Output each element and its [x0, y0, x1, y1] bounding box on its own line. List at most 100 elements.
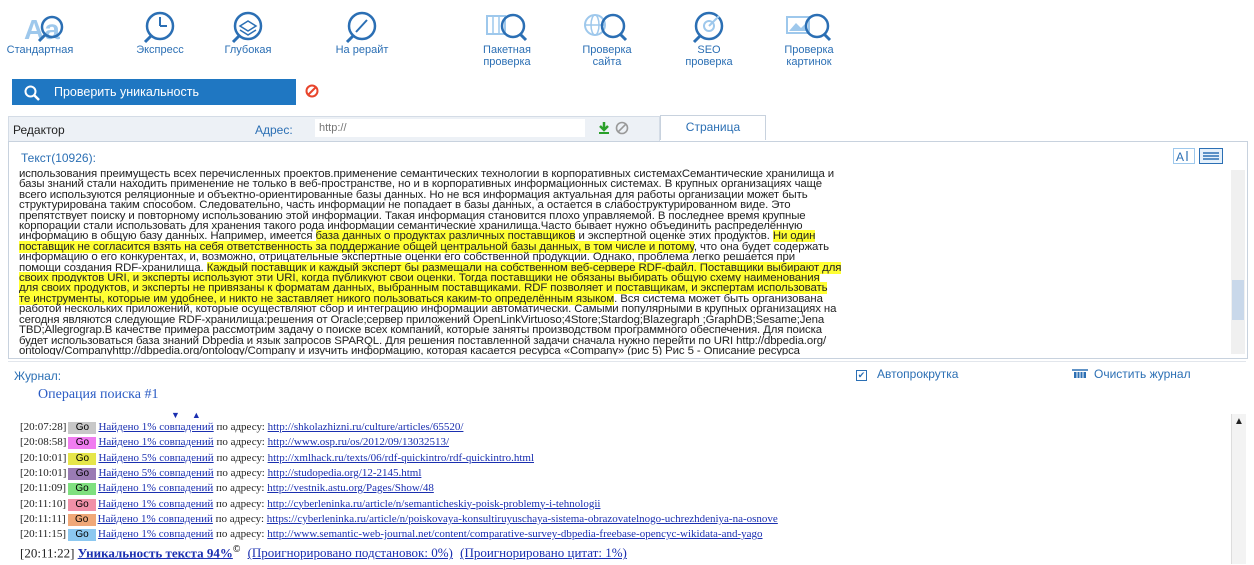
- by-address-label: по адресу:: [216, 528, 265, 541]
- log-time: [20:11:09]: [20, 482, 67, 495]
- standard-check-icon: Aa: [24, 14, 64, 44]
- by-address-label: по адресу:: [216, 497, 265, 510]
- source-url-link[interactable]: http://cyberleninka.ru/article/n/semanti…: [267, 498, 600, 510]
- by-address-label: по адресу:: [215, 512, 265, 525]
- text-view-icon[interactable]: [1199, 148, 1223, 164]
- go-button[interactable]: Go: [68, 437, 97, 450]
- mode-deep-label: Глубокая: [224, 44, 272, 56]
- by-address-label: по адресу:: [216, 421, 265, 433]
- address-label: Адрес:: [255, 123, 293, 137]
- log-row: [20:11:15] Go Найдено 1% совпадений по адр…: [20, 528, 763, 542]
- go-button[interactable]: Go: [68, 467, 97, 480]
- log-time: [20:11:10]: [20, 497, 67, 510]
- operation-title: Операция поиска #1: [38, 387, 159, 402]
- log-row: [20:07:28] Go Найдено 1% совпадений по адр…: [20, 421, 463, 435]
- log-time: [20:11:15]: [20, 528, 67, 541]
- arrow-down-icon[interactable]: ▼: [171, 410, 192, 420]
- mode-rewrite-button[interactable]: На рерайт: [322, 8, 402, 56]
- match-link[interactable]: Найдено 1% совпадений: [98, 513, 213, 525]
- text-editor-area[interactable]: использования преимущесть всех перечисле…: [19, 169, 1231, 355]
- collapse-arrows[interactable]: ▼▲: [171, 410, 213, 420]
- autoscroll-toggle[interactable]: ✔ Автопрокрутка: [856, 367, 958, 381]
- clear-log-button[interactable]: Очистить журнал: [1068, 367, 1191, 381]
- go-button[interactable]: Go: [68, 422, 97, 434]
- log-area: Операция поиска #1 ▼▲ [20:11:22] Уникаль…: [8, 387, 1246, 565]
- source-url-link[interactable]: http://xmlhack.ru/texts/06/rdf-quickintr…: [268, 452, 534, 464]
- log-label: Журнал:: [14, 369, 62, 383]
- log-time: [20:11:11]: [20, 512, 66, 525]
- scroll-up-icon[interactable]: ▲: [1234, 416, 1244, 427]
- cancel-icon[interactable]: [305, 84, 319, 98]
- action-bar: Проверить уникальность: [0, 77, 1254, 107]
- go-button[interactable]: Go: [68, 483, 97, 496]
- stopwatch-search-icon: [143, 11, 175, 44]
- match-link[interactable]: Найдено 1% совпадений: [98, 498, 213, 510]
- go-button[interactable]: Go: [68, 452, 97, 465]
- log-time: [20:10:01]: [20, 451, 67, 464]
- mode-express-label: Экспресс: [136, 44, 184, 56]
- text-scrollbar[interactable]: [1231, 170, 1245, 354]
- search-icon: [24, 85, 40, 101]
- log-row: [20:11:11] Go Найдено 1% совпадений по адр…: [20, 513, 778, 527]
- match-link[interactable]: Найдено 1% совпадений: [98, 482, 213, 494]
- match-link[interactable]: Найдено 5% совпадений: [98, 467, 213, 479]
- match-link[interactable]: Найдено 1% совпадений: [98, 436, 213, 448]
- tab-page[interactable]: Страница: [660, 115, 766, 140]
- editor-tab-label: Редактор: [13, 123, 65, 137]
- image-check-button[interactable]: Проверка картинок: [774, 8, 844, 68]
- result-line: [20:11:22] Уникальность текста 94%© (Про…: [20, 544, 627, 561]
- log-time: [20:07:28]: [20, 421, 67, 433]
- seo-check-label: SEO проверка: [685, 44, 733, 68]
- source-url-link[interactable]: https://cyberleninka.ru/article/n/poisko…: [267, 513, 778, 525]
- source-url-link[interactable]: http://www.semantic-web-journal.net/cont…: [267, 528, 762, 540]
- globe-search-icon: [584, 13, 628, 42]
- log-row: [20:11:10] Go Найдено 1% совпадений по адр…: [20, 498, 600, 512]
- go-button[interactable]: Go: [68, 529, 97, 542]
- ignored-substitutions[interactable]: (Проигнорировано подстановок: 0%): [248, 545, 453, 560]
- download-icon[interactable]: [597, 121, 611, 135]
- log-header: Журнал: ✔ Автопрокрутка Очистить журнал: [8, 361, 1246, 388]
- url-input[interactable]: [315, 119, 585, 137]
- source-url-link[interactable]: http://shkolazhizni.ru/culture/articles/…: [268, 421, 464, 433]
- source-url-link[interactable]: http://www.osp.ru/os/2012/09/13032513/: [268, 436, 449, 448]
- seo-check-button[interactable]: SEO проверка: [676, 8, 742, 68]
- batch-check-button[interactable]: Пакетная проверка: [474, 8, 540, 68]
- clear-url-icon[interactable]: [615, 121, 629, 135]
- tab-editor[interactable]: Редактор Адрес:: [8, 116, 660, 141]
- arrow-up-icon[interactable]: ▲: [192, 410, 213, 420]
- checkbox-checked-icon[interactable]: ✔: [856, 370, 867, 381]
- editor-tab-bar: Редактор Адрес: Страница: [8, 113, 1246, 141]
- seo-target-icon: [692, 11, 724, 44]
- text-length-label: Текст(10926):: [21, 151, 96, 165]
- by-address-label: по адресу:: [216, 436, 265, 449]
- log-row: [20:11:09] Go Найдено 1% совпадений по адр…: [20, 482, 434, 496]
- match-link[interactable]: Найдено 5% совпадений: [98, 452, 213, 464]
- result-time: [20:11:22]: [20, 545, 75, 561]
- text-panel: Текст(10926): A использования преимущест…: [8, 141, 1248, 359]
- text-fragment: ontology/Companyhttp://dbpedia.org/ontol…: [19, 344, 800, 355]
- log-scrollbar[interactable]: ▲: [1231, 414, 1246, 564]
- match-link[interactable]: Найдено 1% совпадений: [98, 528, 213, 540]
- image-search-icon: [786, 13, 832, 42]
- log-row: [20:10:01] Go Найдено 5% совпадений по адр…: [20, 467, 421, 481]
- ignored-quotes[interactable]: (Проигнорировано цитат: 1%): [460, 545, 627, 560]
- go-button[interactable]: Go: [67, 513, 96, 526]
- text-format-icon[interactable]: A: [1173, 148, 1195, 164]
- autoscroll-label: Автопрокрутка: [877, 367, 959, 381]
- source-url-link[interactable]: http://studopedia.org/12-2145.html: [268, 467, 422, 479]
- text-scrollbar-thumb[interactable]: [1232, 280, 1244, 320]
- uniqueness-result[interactable]: Уникальность текста 94%: [78, 545, 233, 560]
- mode-standard-button[interactable]: Aa Стандартная: [4, 8, 76, 56]
- match-link[interactable]: Найдено 1% совпадений: [98, 421, 213, 433]
- image-check-label: Проверка картинок: [784, 44, 834, 68]
- mode-express-button[interactable]: Экспресс: [124, 8, 196, 56]
- by-address-label: по адресу:: [216, 466, 265, 479]
- go-button[interactable]: Go: [68, 498, 97, 511]
- site-check-button[interactable]: Проверка сайта: [574, 8, 640, 68]
- mode-toolbar: Aa Стандартная Экспресс Глубокая На рера: [0, 0, 1254, 72]
- mode-deep-button[interactable]: Глубокая: [212, 8, 284, 56]
- copyright-mark: ©: [232, 544, 241, 555]
- check-uniqueness-button[interactable]: Проверить уникальность: [12, 79, 296, 105]
- source-url-link[interactable]: http://vestnik.astu.org/Pages/Show/48: [267, 482, 434, 494]
- site-check-label: Проверка сайта: [582, 44, 632, 68]
